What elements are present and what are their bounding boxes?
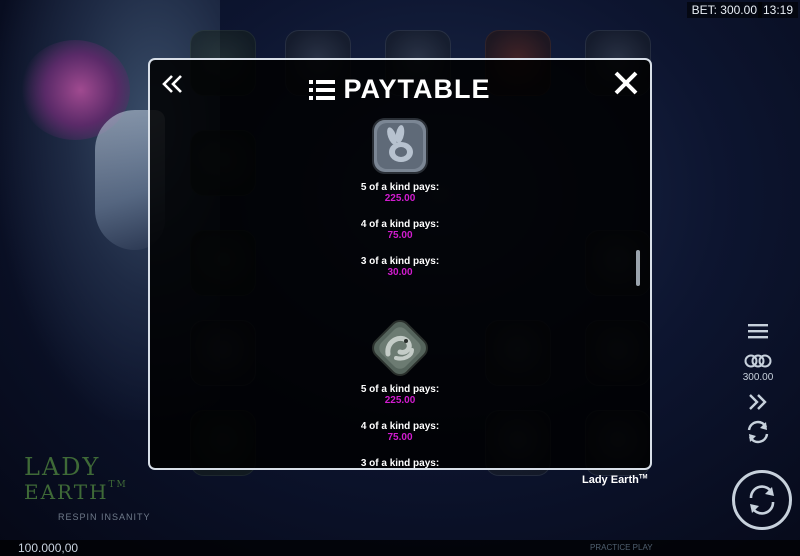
game-logo-sub: EARTHTM [24, 480, 128, 504]
pay-label: 5 of a kind pays: [360, 384, 440, 395]
close-icon [614, 71, 638, 95]
autoplay-button[interactable] [738, 419, 778, 445]
paytable-scroll-area[interactable]: 5 of a kind pays: 225.00 4 of a kind pay… [150, 114, 650, 469]
practice-label: PRACTICE PLAY [590, 543, 653, 552]
pay-row: 3 of a kind pays: 30.00 [150, 256, 650, 293]
logo-line2: EARTH [24, 480, 109, 504]
scrollbar-thumb[interactable] [636, 250, 640, 286]
coin-stack-button[interactable] [738, 348, 778, 374]
spin-button[interactable] [732, 470, 792, 530]
autoplay-icon [747, 420, 769, 444]
pay-label: 3 of a kind pays: [360, 256, 440, 267]
game-name-label: Lady EarthTM [582, 474, 648, 486]
pay-row: 4 of a kind pays: 75.00 [150, 219, 650, 256]
clock-display: 13:19 [757, 2, 798, 18]
game-logo: LADY [24, 453, 101, 481]
side-controls: 300.00 [738, 318, 778, 449]
hamburger-icon [748, 324, 768, 339]
rabbit-stone-icon [370, 116, 430, 176]
list-icon [309, 79, 336, 100]
logo-tm: TM [108, 480, 128, 490]
pay-value: 225.00 [384, 193, 416, 204]
pay-label: 3 of a kind pays: [360, 458, 440, 469]
pay-row: 3 of a kind pays: [150, 458, 650, 469]
game-name-tm: TM [638, 474, 648, 481]
pay-value: 225.00 [384, 395, 416, 406]
pay-label: 4 of a kind pays: [360, 421, 440, 432]
pay-label: 4 of a kind pays: [360, 219, 440, 230]
modal-header: PAYTABLE [150, 60, 650, 114]
pay-label: 5 of a kind pays: [360, 182, 440, 193]
menu-button[interactable] [738, 318, 778, 344]
pay-value: 75.00 [387, 230, 413, 241]
balance-bar: 100.000,00 PRACTICE PLAY [0, 540, 800, 556]
paytable-title: PAYTABLE [343, 74, 491, 104]
pay-row: 4 of a kind pays: 75.00 [150, 421, 650, 458]
paytable-entry: 5 of a kind pays: 225.00 4 of a kind pay… [150, 314, 650, 469]
turbo-button[interactable] [738, 389, 778, 415]
title-wrap: PAYTABLE [150, 74, 650, 105]
coin-value: 300.00 [742, 372, 774, 383]
paytable-modal: PAYTABLE 5 of a kind pays: 225.00 4 of a… [148, 58, 652, 470]
bet-display: BET: 300.00 [686, 2, 762, 18]
logo-line1: LADY [24, 453, 101, 481]
coins-icon [744, 354, 772, 368]
close-button[interactable] [612, 69, 640, 97]
pay-value: 30.00 [387, 267, 413, 278]
pay-row: 5 of a kind pays: 225.00 [150, 384, 650, 421]
lizard-stone-icon [366, 314, 434, 382]
fast-forward-icon [749, 394, 767, 410]
spin-arrows-icon [749, 485, 775, 515]
pay-value: 75.00 [387, 432, 413, 443]
pay-row: 5 of a kind pays: 225.00 [150, 182, 650, 219]
paytable-entry: 5 of a kind pays: 225.00 4 of a kind pay… [150, 116, 650, 293]
game-name-text: Lady Earth [582, 474, 639, 486]
balance-value: 100.000,00 [18, 541, 79, 555]
provider-logo: RESPIN INSANITY [58, 512, 151, 522]
